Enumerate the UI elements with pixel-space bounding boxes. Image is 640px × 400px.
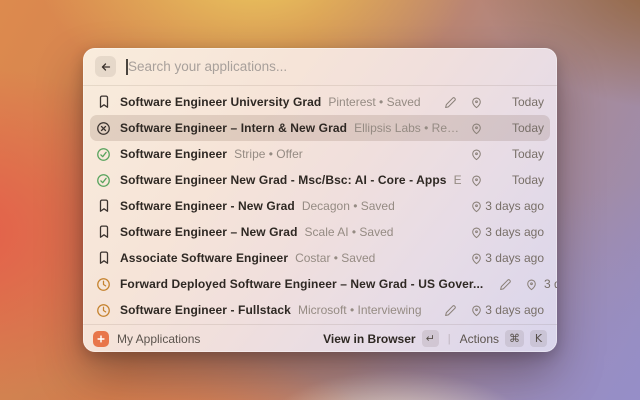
rejected-circle-icon — [96, 121, 111, 136]
application-time: Today — [511, 173, 544, 187]
application-subtitle: Eluvio • Offer — [453, 173, 461, 187]
application-subtitle: Scale AI • Saved — [304, 225, 394, 239]
application-time: 3 days ago — [485, 225, 544, 239]
application-subtitle: Stripe • Offer — [234, 147, 303, 161]
application-subtitle: Decagon • Saved — [301, 199, 395, 213]
text-caret — [126, 58, 128, 75]
row-accessories — [469, 225, 484, 240]
primary-action-label: View in Browser — [323, 331, 416, 346]
location-pin-icon — [469, 225, 484, 240]
application-row[interactable]: Software Engineer - Fullstack Microsoft … — [90, 297, 550, 323]
interview-clock-icon — [96, 277, 111, 292]
arrow-left-icon — [101, 62, 110, 71]
extension-label: My Applications — [117, 331, 201, 346]
k-key-icon: K — [530, 330, 547, 347]
pencil-icon — [498, 277, 513, 292]
offer-check-icon — [96, 147, 111, 162]
application-title: Software Engineer New Grad - Msc/Bsc: AI… — [120, 173, 447, 187]
search-bar — [83, 48, 557, 86]
location-pin-icon — [469, 251, 484, 266]
location-pin-icon — [524, 277, 539, 292]
view-in-browser-button[interactable]: View in Browser ↵ — [323, 330, 439, 347]
application-title: Software Engineer — [120, 147, 228, 161]
row-accessories — [469, 251, 484, 266]
location-pin-icon — [469, 199, 484, 214]
application-title: Software Engineer – New Grad — [120, 225, 298, 239]
application-row[interactable]: Software Engineer University Grad Pinter… — [90, 89, 550, 115]
bookmark-icon — [96, 199, 111, 214]
application-time: Today — [511, 95, 544, 109]
footer-divider: | — [447, 332, 451, 345]
pencil-icon — [443, 95, 458, 110]
bookmark-icon — [96, 251, 111, 266]
row-accessories — [469, 147, 484, 162]
application-title: Software Engineer University Grad — [120, 95, 322, 109]
application-row[interactable]: Software Engineer – Intern & New Grad El… — [90, 115, 550, 141]
application-row[interactable]: Associate Software Engineer Costar • Sav… — [90, 245, 550, 271]
row-accessories — [498, 277, 539, 292]
application-time: Today — [511, 147, 544, 161]
row-accessories — [469, 199, 484, 214]
application-title: Software Engineer - New Grad — [120, 199, 295, 213]
application-row[interactable]: Software Engineer Stripe • Offer Today — [90, 141, 550, 167]
applications-launcher-window: Software Engineer University Grad Pinter… — [83, 48, 557, 352]
desktop-wallpaper: Software Engineer University Grad Pinter… — [0, 0, 640, 400]
location-pin-icon — [469, 147, 484, 162]
applications-list: Software Engineer University Grad Pinter… — [83, 86, 557, 324]
application-title: Associate Software Engineer — [120, 251, 289, 265]
bookmark-icon — [96, 95, 111, 110]
application-row[interactable]: Software Engineer New Grad - Msc/Bsc: AI… — [90, 167, 550, 193]
application-time: 3 days ago — [485, 303, 544, 317]
application-time: Today — [511, 121, 544, 135]
application-time: 3 days ago — [485, 251, 544, 265]
application-time: 3 days ago — [485, 199, 544, 213]
application-time: 3 days a... — [543, 277, 557, 291]
location-pin-icon — [469, 95, 484, 110]
row-accessories — [469, 173, 484, 188]
location-pin-icon — [469, 121, 484, 136]
application-row[interactable]: Software Engineer - New Grad Decagon • S… — [90, 193, 550, 219]
actions-label: Actions — [459, 331, 499, 346]
application-subtitle: Ellipsis Labs • Rejected — [354, 121, 461, 135]
application-title: Software Engineer - Fullstack — [120, 303, 291, 317]
application-title: Software Engineer – Intern & New Grad — [120, 121, 348, 135]
application-subtitle: Microsoft • Interviewing — [297, 303, 422, 317]
command-key-icon: ⌘ — [505, 330, 524, 347]
application-title: Forward Deployed Software Engineer – New… — [120, 277, 484, 291]
row-accessories — [443, 95, 484, 110]
application-subtitle: Pinterest • Saved — [328, 95, 421, 109]
location-pin-icon — [469, 173, 484, 188]
offer-check-icon — [96, 173, 111, 188]
enter-key-icon: ↵ — [421, 330, 439, 347]
application-subtitle: Costar • Saved — [295, 251, 376, 265]
footer-bar: My Applications View in Browser ↵ | Acti… — [83, 324, 557, 352]
application-row[interactable]: Forward Deployed Software Engineer – New… — [90, 271, 557, 297]
back-button[interactable] — [95, 56, 116, 77]
actions-button[interactable]: Actions ⌘ K — [460, 330, 547, 347]
my-applications-plus-icon — [93, 330, 109, 347]
row-accessories — [443, 303, 484, 318]
bookmark-icon — [96, 225, 111, 240]
application-row[interactable]: Software Engineer – New Grad Scale AI • … — [90, 219, 550, 245]
pencil-icon — [443, 303, 458, 318]
interview-clock-icon — [96, 303, 111, 318]
row-accessories — [469, 121, 484, 136]
location-pin-icon — [469, 303, 484, 318]
search-input[interactable] — [126, 56, 545, 77]
